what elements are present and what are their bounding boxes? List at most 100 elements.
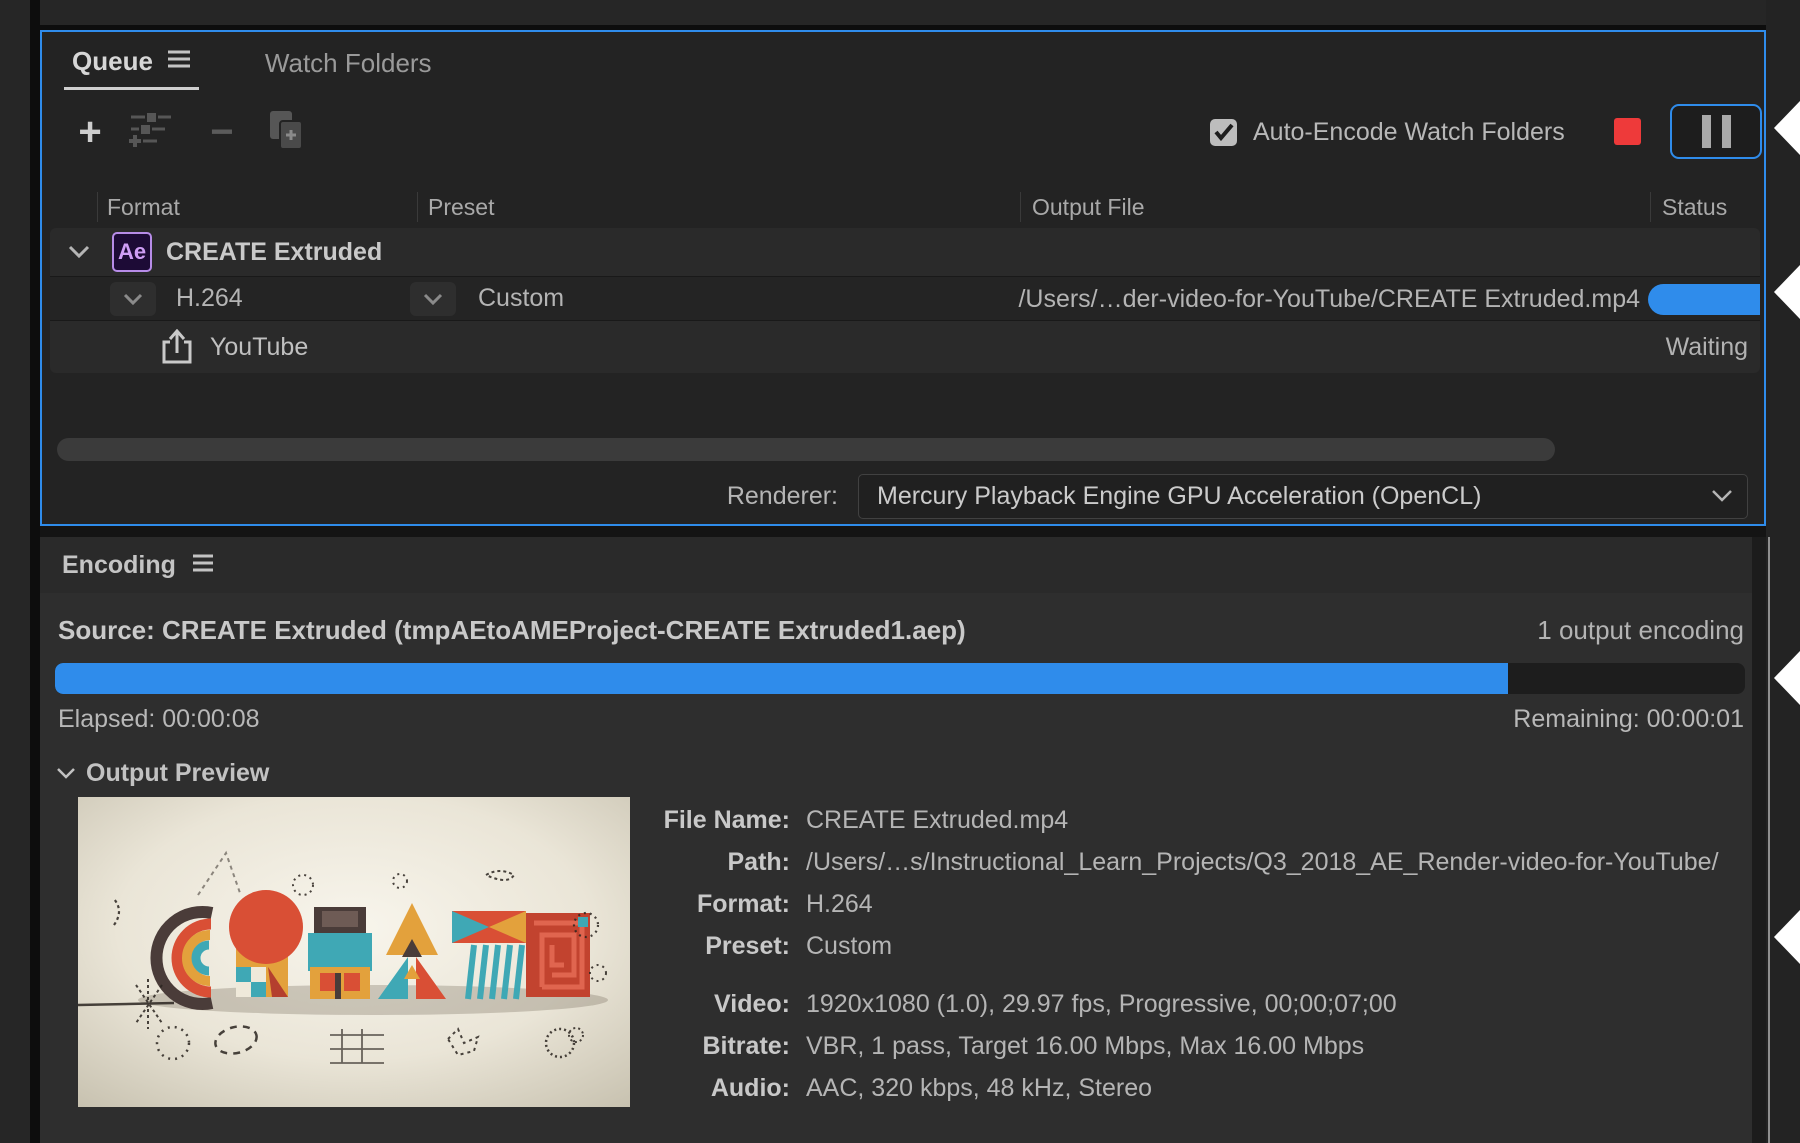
job-output-row[interactable]: H.264 Custom /Users/…der-video-for-YouTu… (50, 276, 1760, 321)
output-details: File Name: CREATE Extruded.mp4 Path: /Us… (630, 799, 1745, 1109)
output-preview-frame (78, 797, 630, 1107)
queue-panel: Queue Watch Folders + (40, 30, 1766, 526)
column-divider (1020, 192, 1021, 222)
queue-toolbar: + − (42, 102, 1764, 162)
format-value[interactable]: H.264 (176, 284, 243, 313)
output-preview-header[interactable]: Output Preview (56, 759, 269, 788)
detail-row: Format: H.264 (630, 883, 1745, 925)
queue-panel-menu-icon[interactable] (167, 49, 191, 74)
format-dropdown-button[interactable] (110, 282, 156, 316)
detail-value: VBR, 1 pass, Target 16.00 Mbps, Max 16.0… (806, 1032, 1364, 1061)
encoding-progress-fill (55, 663, 1508, 694)
renderer-dropdown[interactable]: Mercury Playback Engine GPU Acceleration… (858, 474, 1748, 519)
add-source-button[interactable]: + (70, 102, 110, 162)
pause-icon (1702, 115, 1711, 148)
add-output-button[interactable] (124, 102, 180, 162)
tab-queue-label: Queue (72, 46, 153, 77)
renderer-value: Mercury Playback Engine GPU Acceleration… (877, 482, 1481, 511)
encoding-panel: Encoding Source: CREATE Extruded (tmpAEt… (40, 537, 1752, 1143)
detail-value: 1920x1080 (1.0), 29.97 fps, Progressive,… (806, 990, 1397, 1019)
column-divider (97, 192, 98, 222)
horizontal-scrollbar[interactable] (57, 438, 1555, 461)
job-publish-row[interactable]: YouTube Waiting (50, 321, 1760, 373)
column-header-preset[interactable]: Preset (428, 194, 494, 221)
detail-label: Audio: (630, 1074, 790, 1103)
publish-status: Waiting (1666, 321, 1748, 373)
job-source-row[interactable]: Ae CREATE Extruded (50, 228, 1760, 276)
column-header-output-file[interactable]: Output File (1032, 194, 1145, 221)
detail-label: Path: (630, 848, 790, 877)
queue-tabs-row: Queue Watch Folders (42, 42, 1764, 94)
render-job-group: Ae CREATE Extruded H.264 Custom /Users/…… (50, 228, 1760, 373)
remove-button[interactable]: − (202, 102, 242, 162)
create-artwork-image (78, 797, 630, 1107)
minus-icon: − (210, 112, 233, 152)
output-preview-label: Output Preview (86, 759, 269, 788)
stop-queue-button[interactable] (1614, 118, 1641, 145)
elapsed-time: Elapsed: 00:00:08 (58, 705, 260, 734)
chevron-down-icon (1711, 489, 1733, 508)
tab-encoding-label: Encoding (62, 551, 176, 580)
detail-row: File Name: CREATE Extruded.mp4 (630, 799, 1745, 841)
detail-row: Path: /Users/…s/Instructional_Learn_Proj… (630, 841, 1745, 883)
panel-divider[interactable] (40, 526, 1768, 537)
preset-dropdown-button[interactable] (410, 282, 456, 316)
detail-row: Bitrate: VBR, 1 pass, Target 16.00 Mbps,… (630, 1025, 1745, 1067)
duplicate-button[interactable] (260, 102, 310, 162)
renderer-label: Renderer: (727, 482, 838, 511)
column-header-status[interactable]: Status (1662, 194, 1727, 221)
detail-value: H.264 (806, 890, 873, 919)
detail-label: Format: (630, 890, 790, 919)
job-source-name: CREATE Extruded (166, 238, 382, 267)
plus-icon: + (78, 112, 101, 152)
detail-row: Video: 1920x1080 (1.0), 29.97 fps, Progr… (630, 983, 1745, 1025)
encoding-tab-row: Encoding (40, 537, 1752, 593)
detail-value: Custom (806, 932, 892, 961)
preset-value[interactable]: Custom (478, 284, 564, 313)
collapse-job-chevron-icon[interactable] (64, 245, 94, 259)
detail-row: Audio: AAC, 320 kbps, 48 kHz, Stereo (630, 1067, 1745, 1109)
encoding-time-row: Elapsed: 00:00:08 Remaining: 00:00:01 (58, 705, 1744, 739)
right-edge-strip (1766, 0, 1800, 1143)
after-effects-icon: Ae (112, 232, 152, 272)
pause-icon (1722, 115, 1731, 148)
column-header-format[interactable]: Format (107, 194, 180, 221)
output-file-link[interactable]: /Users/…der-video-for-YouTube/CREATE Ext… (1018, 277, 1640, 322)
collapse-preview-chevron-icon (56, 767, 76, 780)
encoding-progress-pill (1648, 284, 1760, 315)
tab-watch-folders[interactable]: Watch Folders (257, 48, 440, 89)
edge-arrow-icon (1774, 101, 1800, 155)
auto-encode-checkbox[interactable] (1210, 119, 1237, 146)
pause-queue-button[interactable] (1670, 104, 1762, 159)
detail-row: Preset: Custom (630, 925, 1745, 967)
edge-arrow-icon (1774, 910, 1800, 964)
auto-encode-watch-folders: Auto-Encode Watch Folders (1210, 102, 1565, 162)
encoding-panel-menu-icon[interactable] (192, 553, 214, 578)
edge-arrow-icon (1774, 651, 1800, 705)
detail-value: /Users/…s/Instructional_Learn_Projects/Q… (806, 848, 1719, 877)
encoding-source-row: Source: CREATE Extruded (tmpAEtoAMEProje… (58, 615, 1744, 651)
tab-queue[interactable]: Queue (64, 46, 199, 90)
preset-cell: Custom (410, 282, 564, 316)
tab-encoding[interactable]: Encoding (62, 551, 214, 580)
remaining-time: Remaining: 00:00:01 (1513, 705, 1744, 734)
add-preset-icon (129, 109, 175, 156)
detail-label: File Name: (630, 806, 790, 835)
format-cell: H.264 (110, 282, 410, 316)
duplicate-icon (264, 109, 306, 156)
left-gutter (30, 0, 40, 1143)
queue-column-headers: Format Preset Output File Status (42, 192, 1764, 228)
tab-watch-folders-label: Watch Folders (265, 48, 432, 79)
detail-value: AAC, 320 kbps, 48 kHz, Stereo (806, 1074, 1152, 1103)
detail-label: Video: (630, 990, 790, 1019)
detail-label: Preset: (630, 932, 790, 961)
renderer-row: Renderer: Mercury Playback Engine GPU Ac… (42, 470, 1764, 524)
edge-arrow-icon (1774, 265, 1800, 319)
right-edge-substrip (1752, 537, 1766, 1143)
outputs-encoding-count: 1 output encoding (1537, 615, 1744, 646)
publish-destination[interactable]: YouTube (210, 333, 308, 362)
detail-value: CREATE Extruded.mp4 (806, 806, 1068, 835)
media-encoder-window: Queue Watch Folders + (0, 0, 1800, 1143)
right-edge-line (1768, 537, 1770, 1143)
encoding-source: Source: CREATE Extruded (tmpAEtoAMEProje… (58, 615, 966, 646)
